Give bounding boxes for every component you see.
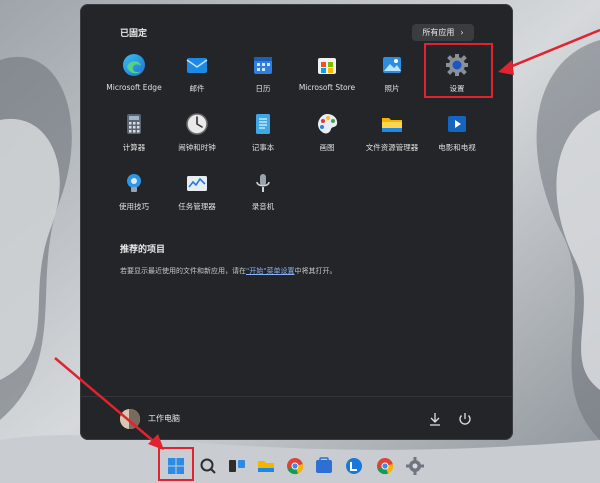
pinned-app-store[interactable]: Microsoft Store <box>293 46 361 101</box>
highlight-settings-box <box>424 43 493 98</box>
clock-icon <box>186 113 208 135</box>
app-label: Microsoft Store <box>298 83 356 92</box>
search-icon[interactable] <box>198 456 218 476</box>
app-label: 使用技巧 <box>119 202 149 211</box>
pinned-app-calendar[interactable]: 日历 <box>229 46 297 101</box>
pinned-app-mail[interactable]: 邮件 <box>163 46 231 101</box>
app-label: 录音机 <box>251 202 275 211</box>
pinned-title: 已固定 <box>120 29 148 39</box>
store-icon[interactable] <box>314 456 334 476</box>
user-bar: 工作电脑 <box>80 396 513 441</box>
store-icon <box>318 58 336 74</box>
app-label: 计算器 <box>122 143 146 152</box>
pinned-app-paint[interactable]: 画图 <box>293 105 361 160</box>
app-label: 日历 <box>255 84 271 93</box>
pinned-app-clock[interactable]: 闹钟和时钟 <box>163 105 231 160</box>
app-label: 邮件 <box>189 84 205 93</box>
app-label: 照片 <box>384 84 400 93</box>
pinned-app-file-explorer[interactable]: 文件资源管理器 <box>358 105 426 160</box>
all-apps-button[interactable]: 所有应用 › <box>412 24 474 41</box>
all-apps-label: 所有应用 <box>422 28 455 37</box>
chrome-icon[interactable] <box>375 456 395 476</box>
edge-icon <box>123 54 145 76</box>
folder-icon <box>382 118 402 132</box>
tips-icon <box>127 174 141 192</box>
pinned-app-calculator[interactable]: 计算器 <box>100 105 168 160</box>
app-label: 闹钟和时钟 <box>178 143 216 152</box>
pinned-app-tips[interactable]: 使用技巧 <box>100 164 168 219</box>
user-avatar-icon <box>120 409 140 429</box>
user-name[interactable]: 工作电脑 <box>148 413 180 424</box>
movies-icon <box>448 116 466 132</box>
pinned-app-task-manager[interactable]: 任务管理器 <box>163 164 231 219</box>
task-manager-icon <box>187 176 207 191</box>
app-label: 文件资源管理器 <box>365 143 419 152</box>
start-settings-link[interactable]: "开始"菜单设置 <box>246 267 294 275</box>
app-label: 记事本 <box>251 143 275 152</box>
pinned-app-photos[interactable]: 照片 <box>358 46 426 101</box>
notepad-icon <box>256 114 270 134</box>
recommended-hint-text: 若要显示最近使用的文件和新应用，请在 <box>120 267 246 275</box>
avatar[interactable] <box>120 409 140 429</box>
settings-gear-icon[interactable] <box>405 456 425 476</box>
app-label: 任务管理器 <box>178 202 216 211</box>
task-view-icon[interactable] <box>227 456 247 476</box>
file-explorer-icon[interactable] <box>256 456 276 476</box>
app-label: Microsoft Edge <box>106 83 162 92</box>
calendar-icon <box>254 57 272 74</box>
taskbar <box>0 449 600 483</box>
app-label: 画图 <box>319 143 335 152</box>
pinned-app-recorder[interactable]: 录音机 <box>229 164 297 219</box>
pinned-app-movies[interactable]: 电影和电视 <box>423 105 491 160</box>
pinned-app-edge[interactable]: Microsoft Edge <box>100 46 168 101</box>
calculator-icon <box>127 114 141 134</box>
highlight-start-box <box>158 447 194 481</box>
photos-icon <box>383 57 401 73</box>
chrome-icon[interactable] <box>285 456 305 476</box>
chevron-right-icon: › <box>460 28 464 37</box>
paint-icon <box>318 114 338 134</box>
recommended-hint-text-end: 中将其打开。 <box>294 267 337 275</box>
recommended-hint: 若要显示最近使用的文件和新应用，请在"开始"菜单设置中将其打开。 <box>120 266 336 276</box>
recorder-icon <box>256 174 270 192</box>
app-label: 电影和电视 <box>438 143 476 152</box>
mail-icon[interactable] <box>344 456 364 476</box>
mail-icon <box>186 58 208 73</box>
power-icon[interactable] <box>456 410 474 428</box>
download-icon[interactable] <box>426 410 444 428</box>
recommended-title: 推荐的项目 <box>120 245 166 255</box>
pinned-app-notepad[interactable]: 记事本 <box>229 105 297 160</box>
